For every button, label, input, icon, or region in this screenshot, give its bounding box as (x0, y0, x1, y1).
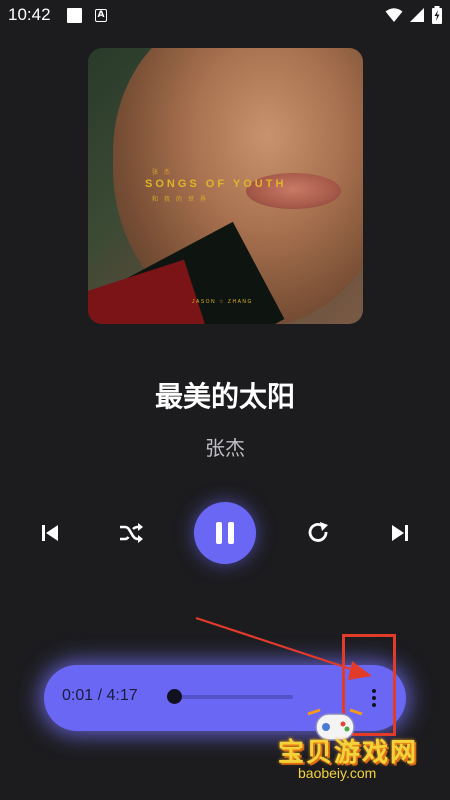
music-player-screen: 10:42 A 张 杰 SONGS OF YOUTH 和我的世界 JASON ☆… (0, 0, 450, 800)
watermark-url: baobeiy.com (298, 765, 377, 781)
watermark-brand: 宝贝游戏网 (278, 738, 419, 768)
